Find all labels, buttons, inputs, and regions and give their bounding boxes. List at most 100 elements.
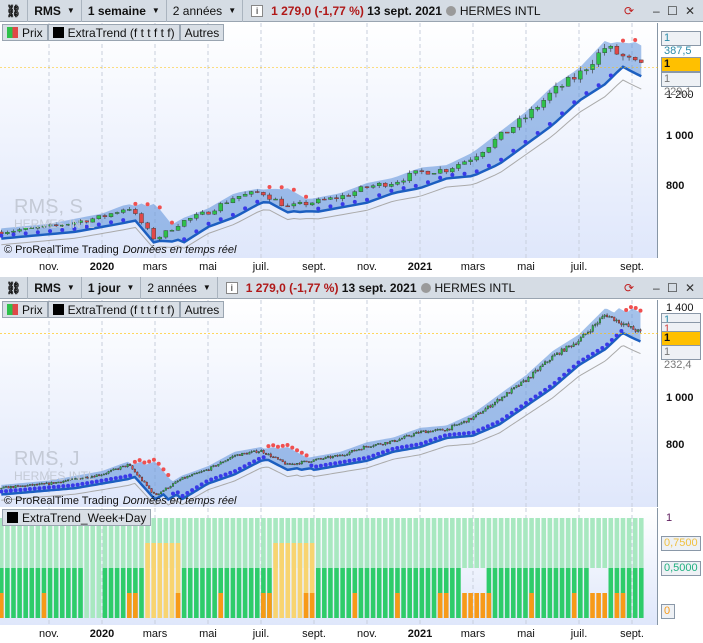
symbol-select[interactable]: RMS ▼ <box>28 276 82 299</box>
trend-dot <box>605 342 610 347</box>
trend-dot <box>404 444 409 449</box>
date-tick: mars <box>460 261 486 273</box>
candle <box>241 452 244 456</box>
candle <box>114 212 120 214</box>
indicator-bar <box>72 568 77 618</box>
daily-price-chart[interactable] <box>0 300 658 507</box>
indicator-bar <box>328 518 333 568</box>
candle <box>169 486 172 489</box>
candle <box>527 376 530 382</box>
candle <box>479 412 482 415</box>
candle <box>547 92 553 101</box>
candle <box>477 412 480 415</box>
candle <box>303 201 309 206</box>
link-icon[interactable]: ⛓ <box>0 0 29 22</box>
candle <box>176 480 179 483</box>
indicator-axis[interactable]: 1 0,7500 0,5000 0 <box>658 508 703 625</box>
date-tick: mai <box>517 628 535 640</box>
price-axis-weekly[interactable]: 1 200 1 000 800 1 387,5 1 279,0 1 229,1 <box>658 23 703 258</box>
candle <box>100 474 103 477</box>
price-axis-daily[interactable]: 1 400 1 000 800 1 320,7 1 313,7 1 279,0 … <box>658 300 703 507</box>
indicator-bar <box>346 518 352 568</box>
candle <box>486 405 489 409</box>
indicator-bar <box>212 518 217 568</box>
candle <box>141 476 144 482</box>
indicator-bar <box>504 518 510 568</box>
candle <box>369 446 372 448</box>
indicator-bar <box>370 518 376 568</box>
info-icon[interactable]: i <box>251 4 264 17</box>
maximize-icon[interactable]: ☐ <box>667 4 678 18</box>
indicator-bar <box>254 518 260 568</box>
indicator-bar <box>230 518 236 568</box>
value-label: 0,7500 <box>661 536 701 551</box>
symbol-select[interactable]: RMS ▼ <box>28 0 82 22</box>
candle <box>276 457 279 460</box>
minimize-icon[interactable]: – <box>653 281 660 295</box>
indicator-bar <box>456 518 461 568</box>
trend-dot <box>206 221 211 226</box>
candle <box>291 463 294 466</box>
candle <box>346 454 349 456</box>
interval-select[interactable]: 1 jour ▼ <box>82 276 142 299</box>
link-icon[interactable]: ⛓ <box>0 276 29 299</box>
trend-dot <box>252 459 257 464</box>
indicator-bar <box>382 518 388 568</box>
candle <box>98 474 101 476</box>
candle <box>474 156 479 161</box>
candle <box>305 460 308 463</box>
weekly-price-chart[interactable] <box>0 23 658 258</box>
candle <box>462 420 465 423</box>
trend-dot <box>132 459 137 464</box>
refresh-icon[interactable]: ⟳ <box>624 4 634 18</box>
legend-indicator[interactable]: ExtraTrend_Week+Day <box>2 509 152 526</box>
period-select[interactable]: 2 années ▼ <box>141 276 218 299</box>
maximize-icon[interactable]: ☐ <box>667 281 678 295</box>
candle <box>198 471 201 474</box>
period: 2 années <box>172 3 223 18</box>
candle <box>179 479 182 482</box>
indicator-bar <box>638 568 644 618</box>
close-icon[interactable]: ✕ <box>685 281 695 295</box>
candle <box>102 215 108 217</box>
indicator-bar <box>578 568 583 618</box>
candle <box>343 454 346 457</box>
trend-dot <box>156 461 161 466</box>
candle <box>257 451 260 453</box>
trend-dot <box>218 217 223 222</box>
candle <box>565 77 571 87</box>
trend-dot <box>340 202 345 207</box>
candle <box>535 107 540 110</box>
legend-extratrend[interactable]: ExtraTrend (f t t f t f) <box>47 301 180 318</box>
indicator-bar <box>303 593 309 618</box>
trend-dot <box>314 464 319 469</box>
close-icon[interactable]: ✕ <box>685 4 695 18</box>
trend-dot <box>357 457 362 462</box>
date-tick: 2020 <box>89 261 115 273</box>
candle <box>444 169 449 173</box>
tick: 800 <box>666 180 685 192</box>
legend-others[interactable]: Autres <box>179 24 225 41</box>
candle <box>117 468 120 470</box>
candle <box>7 486 10 489</box>
info-icon[interactable]: i <box>225 281 238 294</box>
legend-extratrend[interactable]: ExtraTrend (f t t f t f) <box>47 24 180 41</box>
period-select[interactable]: 2 années ▼ <box>167 0 244 22</box>
candle <box>183 477 186 479</box>
interval: 1 semaine <box>87 3 146 18</box>
trend-dot <box>333 461 338 466</box>
candle <box>164 487 167 491</box>
legend-price[interactable]: Prix <box>2 301 48 318</box>
interval-select[interactable]: 1 semaine ▼ <box>82 0 167 22</box>
candle <box>265 452 268 455</box>
indicator-bar <box>468 518 473 568</box>
legend-price[interactable]: Prix <box>2 24 48 41</box>
trend-dot <box>51 484 56 489</box>
toolbar-weekly: ⛓ RMS ▼ 1 semaine ▼ 2 années ▼ i 1 279,0 (-… <box>0 0 703 22</box>
refresh-icon[interactable]: ⟳ <box>624 281 634 295</box>
trend-dot <box>366 455 371 460</box>
trend-dot <box>462 171 467 176</box>
minimize-icon[interactable]: – <box>653 4 660 18</box>
legend-others[interactable]: Autres <box>179 301 225 318</box>
candle <box>267 453 270 456</box>
